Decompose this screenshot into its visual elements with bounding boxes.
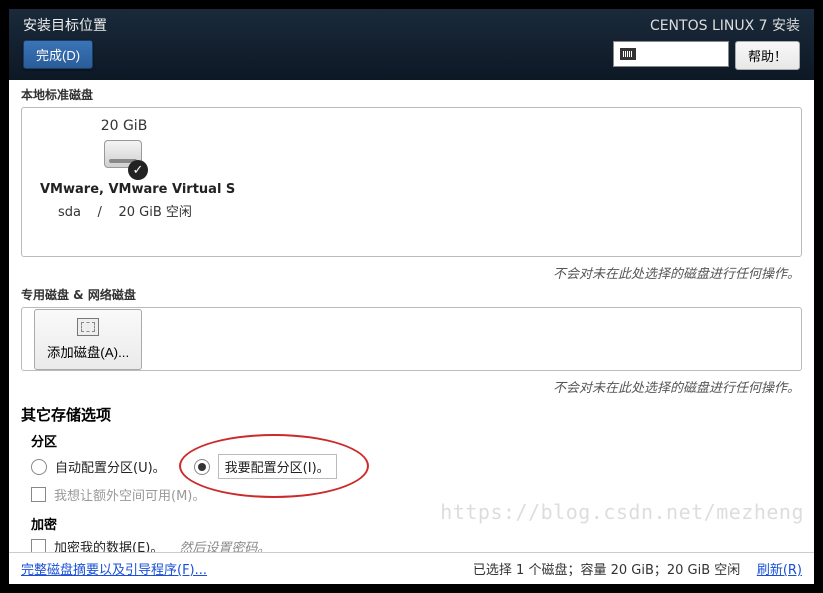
encrypt-row: 加密我的数据(E)。 然后设置密码。 [31, 537, 802, 552]
footer-right: 已选择 1 个磁盘；容量 20 GiB；20 GiB 空闲 刷新(R) [473, 559, 802, 578]
header-controls: cn 帮助！ [613, 41, 800, 70]
specialized-disks-note: 不会对未在此处选择的磁盘进行任何操作。 [21, 377, 800, 396]
disk-model: VMware, VMware Virtual S [40, 182, 235, 197]
auto-partition-label: 自动配置分区(U)。 [55, 457, 166, 476]
header-right: CENTOS LINUX 7 安装 cn 帮助！ [613, 15, 800, 70]
body: 本地标准磁盘 20 GiB ✓ VMware, VMware Virtual S… [9, 80, 814, 552]
add-disk-button[interactable]: 添加磁盘(A)... [34, 309, 142, 370]
selection-status: 已选择 1 个磁盘；容量 20 GiB；20 GiB 空闲 [473, 563, 740, 578]
refresh-link[interactable]: 刷新(R) [757, 563, 802, 578]
disk-sep: / [98, 205, 102, 220]
disk-free: 20 GiB 空闲 [118, 205, 191, 220]
reclaim-checkbox[interactable] [31, 487, 46, 502]
disk-size: 20 GiB [101, 118, 148, 134]
encrypt-checkbox[interactable] [31, 539, 46, 552]
full-disk-summary-link[interactable]: 完整磁盘摘要以及引导程序(F)... [21, 559, 207, 578]
local-disks-note: 不会对未在此处选择的磁盘进行任何操作。 [21, 263, 800, 282]
page-title: 安装目标位置 [23, 15, 107, 35]
partition-heading: 分区 [31, 431, 802, 450]
custom-partition-row: 我要配置分区(I)。 [194, 454, 337, 479]
reclaim-row: 我想让额外空间可用(M)。 [31, 485, 802, 504]
custom-partition-label: 我要配置分区(I)。 [218, 454, 337, 479]
partition-options: 自动配置分区(U)。 我要配置分区(I)。 [31, 454, 802, 479]
header-left: 安装目标位置 完成(D) [23, 15, 107, 69]
disk-subline: sda / 20 GiB 空闲 [58, 201, 192, 220]
add-disk-label: 添加磁盘(A)... [47, 342, 129, 361]
local-disks-label: 本地标准磁盘 [21, 86, 802, 103]
encrypt-label: 加密我的数据(E)。 [54, 537, 163, 552]
specialized-disks-label: 专用磁盘 & 网络磁盘 [21, 286, 802, 303]
keyboard-icon [620, 48, 636, 60]
add-disk-icon [77, 318, 99, 336]
specialized-disks-panel: 添加磁盘(A)... [21, 307, 802, 371]
done-button[interactable]: 完成(D) [23, 40, 93, 69]
encrypt-heading: 加密 [31, 514, 802, 533]
installer-window: 安装目标位置 完成(D) CENTOS LINUX 7 安装 cn 帮助！ 本地… [8, 8, 815, 585]
disk-icon-wrap: ✓ [104, 140, 144, 176]
auto-partition-row: 自动配置分区(U)。 [31, 457, 166, 476]
disk-item[interactable]: 20 GiB ✓ VMware, VMware Virtual S sda / … [34, 118, 214, 220]
product-label: CENTOS LINUX 7 安装 [650, 15, 800, 35]
header-bar: 安装目标位置 完成(D) CENTOS LINUX 7 安装 cn 帮助！ [9, 9, 814, 80]
local-disks-panel: 20 GiB ✓ VMware, VMware Virtual S sda / … [21, 107, 802, 257]
auto-partition-radio[interactable] [31, 459, 47, 475]
other-storage-title: 其它存储选项 [21, 404, 802, 425]
keyboard-layout-selector[interactable]: cn [613, 41, 729, 67]
encrypt-hint: 然后设置密码。 [179, 537, 270, 552]
reclaim-label: 我想让额外空间可用(M)。 [54, 485, 205, 504]
checkmark-icon: ✓ [128, 160, 148, 180]
help-button[interactable]: 帮助！ [735, 41, 800, 70]
custom-partition-radio[interactable] [194, 459, 210, 475]
footer: 完整磁盘摘要以及引导程序(F)... 已选择 1 个磁盘；容量 20 GiB；2… [9, 552, 814, 584]
disk-dev: sda [58, 205, 81, 220]
keyboard-layout-code: cn [642, 47, 658, 61]
